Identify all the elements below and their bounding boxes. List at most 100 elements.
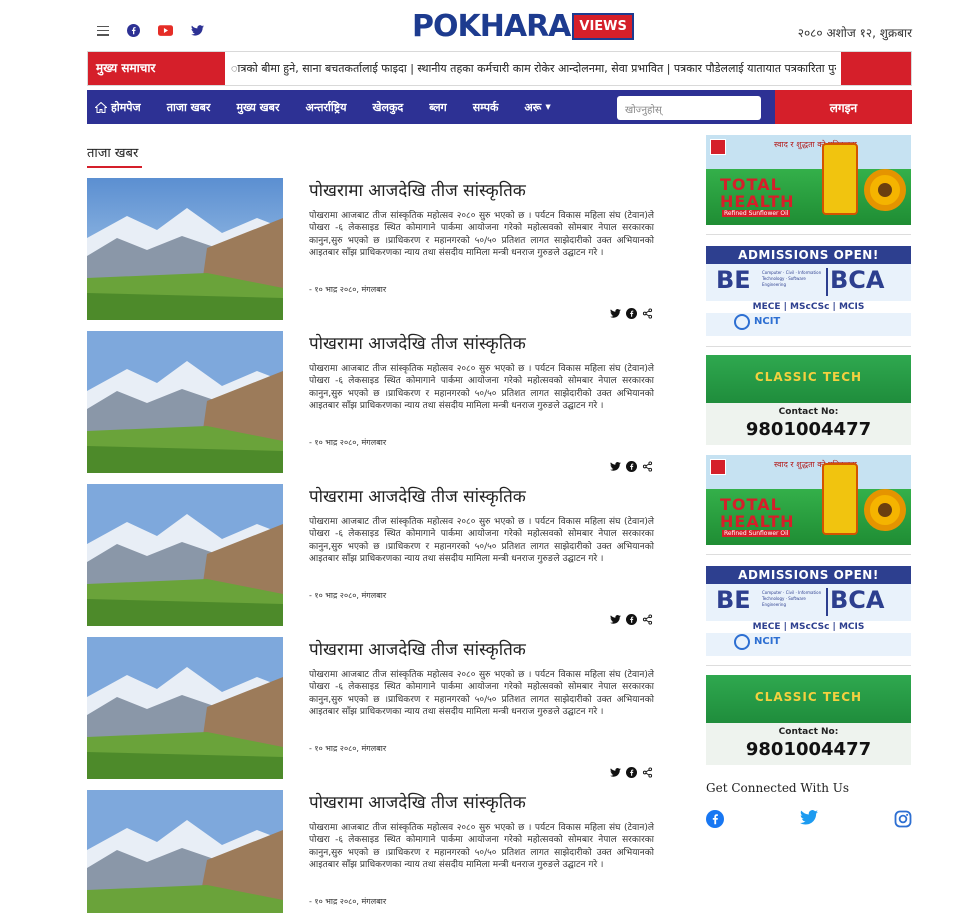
nav-item-contact[interactable]: सम्पर्क	[473, 100, 513, 115]
article-thumbnail[interactable]	[87, 484, 283, 626]
article-title[interactable]: पोखरामा आजदेखि तीज सांस्कृतिक	[309, 484, 526, 507]
ad-contact-label: Contact No:	[778, 407, 839, 417]
youtube-icon[interactable]	[158, 25, 173, 36]
ad-divider-line	[826, 268, 828, 296]
ad-total-health[interactable]: स्वाद र शुद्धता को प्रतिबद्धता TOTAL HEA…	[706, 455, 911, 545]
ad-total-health[interactable]: स्वाद र शुद्धता को प्रतिबद्धता TOTAL HEA…	[706, 135, 911, 225]
login-button[interactable]: लगइन	[775, 90, 912, 124]
article-thumbnail[interactable]	[87, 637, 283, 779]
nav-item-more[interactable]: अरू ▼	[524, 100, 564, 115]
facebook-icon[interactable]	[706, 810, 724, 828]
ad-program-bca: BCA	[830, 266, 885, 294]
article-title[interactable]: पोखरामा आजदेखि तीज सांस्कृतिक	[309, 178, 526, 201]
instagram-icon[interactable]	[894, 810, 912, 828]
article-excerpt: पोखरामा आजबाट तीज सांस्कृतिक महोत्सव २०८…	[309, 670, 654, 718]
sunflower-center	[878, 183, 892, 197]
article-card[interactable]: पोखरामा आजदेखि तीज सांस्कृतिक पोखरामा आज…	[87, 484, 657, 629]
brand-logo-icon	[710, 139, 726, 155]
facebook-icon[interactable]	[626, 308, 637, 319]
share-icon[interactable]	[642, 767, 653, 778]
article-card[interactable]: पोखरामा आजदेखि तीज सांस्कृतिक पोखरामा आज…	[87, 178, 657, 323]
ad-brand: CLASSIC TECH	[754, 690, 863, 704]
article-card[interactable]: पोखरामा आजदेखि तीज सांस्कृतिक पोखरामा आज…	[87, 790, 657, 913]
nav-item-home[interactable]: होमपेज	[95, 100, 155, 115]
ad-program-list: Computer · Civil · Information Technolog…	[762, 270, 822, 287]
nav-item-main-news[interactable]: मुख्य खबर	[236, 100, 293, 115]
site-logo[interactable]: POKHARA VIEWS	[412, 8, 634, 44]
ad-programs-bar: MECE | MScCSc | MCIS	[706, 621, 911, 633]
ad-brand-line2: HEALTH	[720, 512, 795, 531]
twitter-icon[interactable]	[191, 25, 204, 36]
ad-programs-bar: MECE | MScCSc | MCIS	[706, 301, 911, 313]
ad-ncit[interactable]: ADMISSIONS OPEN! BE Computer · Civil · I…	[706, 566, 911, 656]
ad-phone-number: 9801004477	[745, 419, 872, 440]
ad-header: ADMISSIONS OPEN!	[706, 566, 911, 584]
article-excerpt: पोखरामा आजबाट तीज सांस्कृतिक महोत्सव २०८…	[309, 517, 654, 565]
ad-divider	[706, 554, 911, 555]
brand-logo-icon	[710, 459, 726, 475]
ad-classic-tech[interactable]: CLASSIC TECH Contact No: 9801004477	[706, 675, 911, 765]
article-title[interactable]: पोखरामा आजदेखि तीज सांस्कृतिक	[309, 331, 526, 354]
twitter-icon[interactable]	[610, 462, 621, 471]
article-card[interactable]: पोखरामा आजदेखि तीज सांस्कृतिक पोखरामा आज…	[87, 331, 657, 476]
article-thumbnail[interactable]	[87, 790, 283, 913]
article-excerpt: पोखरामा आजबाट तीज सांस्कृतिक महोत्सव २०८…	[309, 211, 654, 259]
current-date: २०८० अशोज १२, शुक्रबार	[797, 26, 912, 40]
oil-bottle-icon	[822, 463, 858, 535]
menu-icon[interactable]	[97, 25, 109, 36]
article-date: - १० भाद्र २०८०, मंगलबार	[309, 591, 387, 600]
twitter-icon[interactable]	[610, 309, 621, 318]
article-date: - १० भाद्र २०८०, मंगलबार	[309, 897, 387, 906]
nav-item-sports[interactable]: खेलकुद	[373, 100, 418, 115]
site-header: POKHARA VIEWS २०८० अशोज १२, शुक्रबार	[87, 8, 912, 46]
ad-phone-number: 9801004477	[745, 739, 872, 760]
nav-item-international[interactable]: अन्तर्राष्ट्रिय	[305, 100, 360, 115]
ad-program-list: Computer · Civil · Information Technolog…	[762, 590, 822, 607]
ad-program-be: BE	[716, 586, 751, 614]
twitter-icon[interactable]	[800, 810, 818, 825]
share-icon[interactable]	[642, 308, 653, 319]
ad-product-name: Refined Sunflower Oil	[722, 210, 791, 217]
home-icon	[95, 101, 107, 113]
twitter-icon[interactable]	[610, 768, 621, 777]
ad-college-name: NCIT	[754, 636, 781, 647]
nav-item-latest[interactable]: ताजा खबर	[167, 100, 225, 115]
ad-classic-tech[interactable]: CLASSIC TECH Contact No: 9801004477	[706, 355, 911, 445]
search-input[interactable]: खोज्नुहोस्	[617, 96, 761, 120]
twitter-icon[interactable]	[610, 615, 621, 624]
article-excerpt: पोखरामा आजबाट तीज सांस्कृतिक महोत्सव २०८…	[309, 364, 654, 412]
ad-divider	[706, 665, 911, 666]
article-card[interactable]: पोखरामा आजदेखि तीज सांस्कृतिक पोखरामा आज…	[87, 637, 657, 782]
share-icon[interactable]	[642, 461, 653, 472]
section-title: ताजा खबर	[87, 146, 139, 161]
article-thumbnail[interactable]	[87, 178, 283, 320]
news-ticker[interactable]: ात्रको बीमा हुने, साना बचतकर्तालाई फाइदा…	[231, 61, 836, 76]
ticker-end-block	[841, 52, 911, 85]
ad-ncit[interactable]: ADMISSIONS OPEN! BE Computer · Civil · I…	[706, 246, 911, 336]
ad-program-be: BE	[716, 266, 751, 294]
logo-main-text: POKHARA	[412, 8, 571, 44]
header-social-icons	[97, 24, 204, 37]
ad-product-name: Refined Sunflower Oil	[722, 530, 791, 537]
article-share-row	[610, 614, 653, 625]
ad-divider	[706, 346, 911, 347]
nav-item-blog[interactable]: ब्लग	[429, 100, 460, 115]
college-emblem-icon	[734, 634, 750, 650]
article-share-row	[610, 461, 653, 472]
article-share-row	[610, 308, 653, 319]
article-title[interactable]: पोखरामा आजदेखि तीज सांस्कृतिक	[309, 790, 526, 813]
college-emblem-icon	[734, 314, 750, 330]
ad-divider	[706, 234, 911, 235]
ad-divider-line	[826, 588, 828, 616]
article-thumbnail[interactable]	[87, 331, 283, 473]
article-title[interactable]: पोखरामा आजदेखि तीज सांस्कृतिक	[309, 637, 526, 660]
article-excerpt: पोखरामा आजबाट तीज सांस्कृतिक महोत्सव २०८…	[309, 823, 654, 871]
chevron-down-icon: ▼	[545, 103, 551, 111]
facebook-icon[interactable]	[127, 24, 140, 37]
share-icon[interactable]	[642, 614, 653, 625]
article-date: - १० भाद्र २०८०, मंगलबार	[309, 285, 387, 294]
facebook-icon[interactable]	[626, 614, 637, 625]
facebook-icon[interactable]	[626, 461, 637, 472]
facebook-icon[interactable]	[626, 767, 637, 778]
logo-sub-text: VIEWS	[572, 12, 634, 40]
